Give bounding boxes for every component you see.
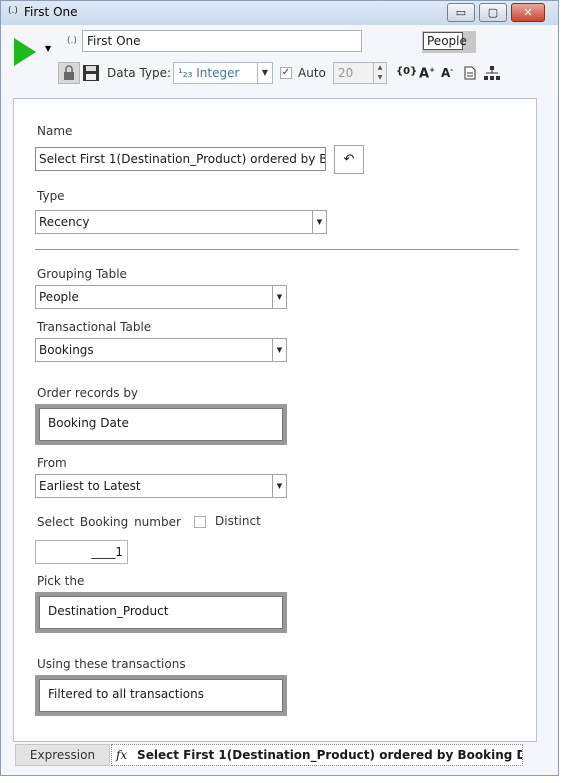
fx-icon: fx	[116, 748, 128, 762]
grouping-table-value: People	[39, 290, 79, 304]
data-type-label: Data Type:	[107, 66, 172, 80]
distinct-label: Distinct	[215, 514, 261, 528]
font-decrease-icon[interactable]: A-	[441, 66, 453, 80]
spinner-icon[interactable]: ▲ ▼	[373, 63, 386, 83]
order-by-value: Booking Date	[39, 408, 283, 441]
variable-glyph: (.)	[67, 36, 77, 46]
chevron-down-icon[interactable]: ▼	[272, 475, 286, 497]
braces-icon[interactable]: {0}	[396, 66, 417, 77]
pick-field[interactable]: Destination_Product	[35, 592, 287, 633]
name-label: Name	[37, 124, 73, 138]
type-label: Type	[37, 189, 65, 203]
transactional-table-select[interactable]: Bookings ▼	[35, 338, 287, 362]
maximize-button[interactable]: ▢	[479, 3, 507, 22]
grouping-table-select[interactable]: People ▼	[35, 285, 287, 309]
order-by-field[interactable]: Booking Date	[35, 404, 287, 445]
size-value: 20	[338, 66, 354, 80]
auto-label: Auto	[298, 66, 326, 80]
using-label: Using these transactions	[37, 657, 186, 671]
chevron-down-icon[interactable]: ▼	[312, 211, 326, 233]
chevron-down-icon[interactable]: ▼	[272, 339, 286, 361]
variable-icon: (.)	[8, 6, 18, 16]
table-chip[interactable]: People	[422, 31, 476, 53]
type-value: Recency	[39, 215, 90, 229]
transactional-table-label: Transactional Table	[37, 320, 152, 334]
from-value: Earliest to Latest	[39, 479, 141, 493]
grouping-table-label: Grouping Table	[37, 267, 127, 281]
tab-expression[interactable]: Expression	[15, 744, 110, 766]
run-dropdown-icon[interactable]: ▼	[45, 44, 51, 53]
chevron-down-icon[interactable]: ▼	[257, 63, 272, 83]
from-label: From	[37, 456, 67, 470]
save-icon[interactable]	[82, 64, 100, 82]
integer-type-icon: ¹₂₃	[178, 66, 193, 80]
using-field[interactable]: Filtered to all transactions	[35, 675, 287, 716]
data-type-value: Integer	[196, 66, 240, 80]
name-input[interactable]: Select First 1(Destination_Product) orde…	[35, 147, 326, 171]
size-stepper[interactable]: 20 ▲ ▼	[333, 62, 387, 84]
order-by-label: Order records by	[37, 386, 139, 400]
expression-text: Select First 1(Destination_Product) orde…	[137, 748, 523, 762]
font-increase-icon[interactable]: A+	[419, 66, 435, 81]
hierarchy-icon[interactable]	[484, 66, 500, 80]
document-icon[interactable]	[464, 66, 476, 80]
auto-checkbox[interactable]: ✓	[280, 67, 292, 79]
number-input[interactable]: ____1	[35, 540, 128, 564]
pick-label: Pick the	[37, 574, 85, 588]
select-number-label: Select Booking number	[37, 515, 181, 529]
undo-icon: ↶	[343, 152, 355, 167]
minimize-button[interactable]: ▭	[447, 3, 475, 22]
expression-bar[interactable]: fx Select First 1(Destination_Product) o…	[111, 744, 523, 766]
transactional-table-value: Bookings	[39, 343, 94, 357]
window-title: First One	[24, 5, 78, 19]
using-value: Filtered to all transactions	[39, 679, 283, 712]
from-select[interactable]: Earliest to Latest ▼	[35, 474, 287, 498]
close-button[interactable]: ✕	[511, 3, 545, 22]
data-type-select[interactable]: ¹₂₃ Integer ▼	[173, 62, 273, 84]
chevron-down-icon[interactable]: ▼	[272, 286, 286, 308]
section-divider	[35, 249, 519, 250]
distinct-checkbox[interactable]	[194, 516, 206, 528]
table-chip-label: People	[423, 32, 467, 50]
pick-value: Destination_Product	[39, 596, 283, 629]
undo-button[interactable]: ↶	[334, 145, 364, 174]
type-select[interactable]: Recency ▼	[35, 210, 327, 234]
lock-icon[interactable]	[58, 62, 80, 84]
variable-name-input[interactable]: First One	[82, 30, 362, 52]
run-icon[interactable]	[14, 38, 36, 66]
